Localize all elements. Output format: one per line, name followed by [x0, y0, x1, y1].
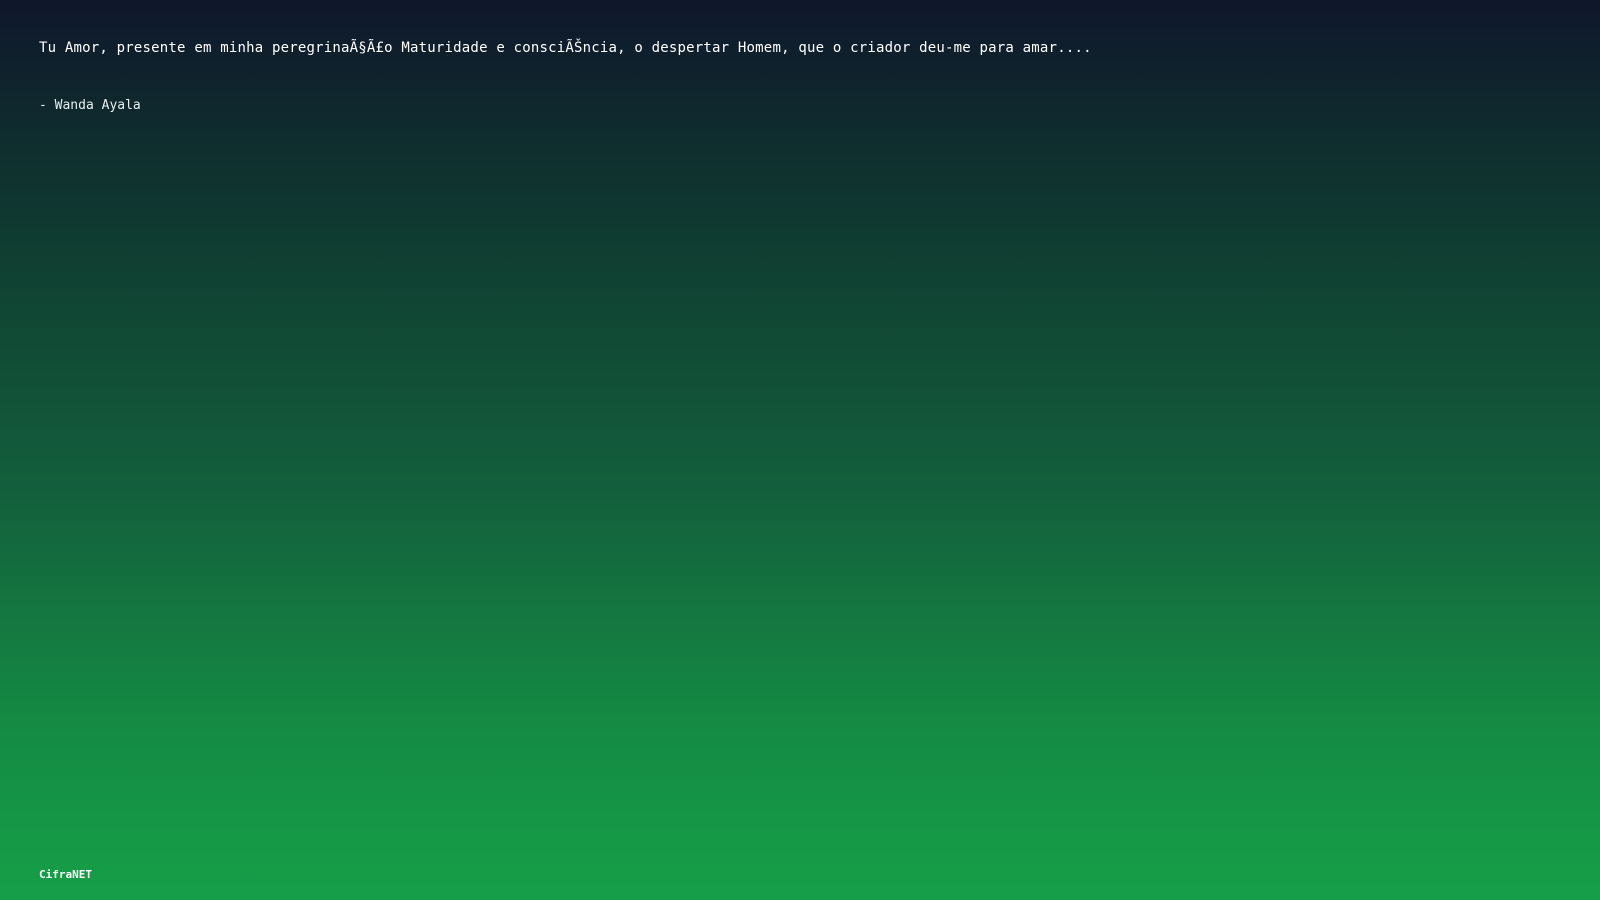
quote-author: - Wanda Ayala [39, 98, 141, 113]
brand-label: CifraNET [39, 868, 92, 881]
quote-text: Tu Amor, presente em minha peregrinaÃ§Ã£… [39, 40, 1092, 56]
